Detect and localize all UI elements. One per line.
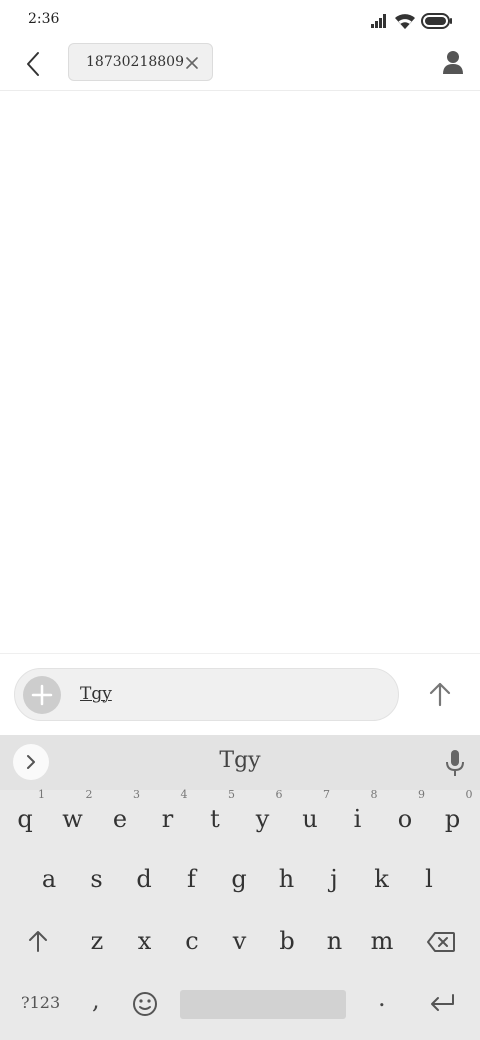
person-icon[interactable] [438,48,468,78]
key-e[interactable]: e3 [96,788,144,844]
key-label: o [397,805,413,833]
message-list[interactable] [0,91,480,653]
key-number-hint: 8 [370,788,378,801]
key-g[interactable]: g [215,854,263,904]
key-r[interactable]: r4 [144,788,192,844]
backspace-icon[interactable] [426,931,456,953]
key-label: h [278,865,295,893]
recipient-number: 18730218809 [86,54,184,70]
key-u[interactable]: u7 [286,788,334,844]
key-number-hint: 6 [275,788,283,801]
key-number-hint: 5 [228,788,235,801]
spacebar[interactable] [180,990,346,1019]
key-f[interactable]: f [168,854,216,904]
key-p[interactable]: p0 [429,788,477,844]
key-c[interactable]: c [168,916,216,966]
key-a[interactable]: a [25,854,73,904]
keyboard: Tgy q1w2e3r4t5y6u7i8o9p0 asdfghjkl zxcvb… [0,735,480,1040]
key-v[interactable]: v [216,916,264,966]
suggestion-bar: Tgy [0,735,480,790]
key-number-hint: 0 [465,788,473,801]
key-k[interactable]: k [358,854,406,904]
key-label: e [112,805,128,833]
key-label: r [161,805,174,833]
plus-icon [31,684,53,706]
key-h[interactable]: h [263,854,311,904]
key-m[interactable]: m [358,916,406,966]
key-number-hint: 1 [38,788,45,801]
wifi-icon [395,14,415,29]
status-bar: 2:36 [0,0,480,40]
key-label: l [425,865,433,893]
key-label: y [255,805,270,833]
key-label: b [279,927,295,955]
key-label: c [185,927,199,955]
key-row-3: z x c v b nm [0,916,480,966]
key-j[interactable]: j [310,854,358,904]
key-z[interactable]: z [73,916,121,966]
key-l[interactable]: l [405,854,453,904]
key-label: s [90,865,103,893]
conversation-header: 18730218809 [0,40,480,91]
key-label: m [370,927,394,955]
key-label: q [17,805,33,833]
key-number-hint: 2 [85,788,93,801]
key-number-hint: 3 [133,788,140,801]
key-label: v [232,927,247,955]
key-row-1: q1w2e3r4t5y6u7i8o9p0 [0,788,480,844]
add-attachment-button[interactable] [23,676,61,714]
emoji-icon[interactable] [131,990,159,1018]
key-label: f [187,865,196,893]
message-input-text: Tgy [80,684,112,704]
key-label: d [136,865,152,893]
key-label: p [444,805,461,833]
key-q[interactable]: q1 [1,788,49,844]
key-label: n [326,927,343,955]
word-suggestion[interactable]: Tgy [0,748,480,773]
key-n[interactable]: n [311,916,359,966]
key-d[interactable]: d [120,854,168,904]
recipient-chip[interactable]: 18730218809 [68,43,213,81]
back-arrow-icon[interactable] [20,50,48,78]
key-x[interactable]: x [121,916,169,966]
status-time: 2:36 [28,11,60,27]
key-label: i [353,805,362,833]
key-label: x [137,927,152,955]
key-label: u [302,805,318,833]
key-y[interactable]: y6 [239,788,287,844]
key-label: g [231,865,247,893]
key-i[interactable]: i8 [334,788,382,844]
microphone-icon[interactable] [442,748,468,778]
key-number-hint: 7 [323,788,330,801]
key-o[interactable]: o9 [381,788,429,844]
signal-icon [371,14,389,28]
key-b[interactable]: b [263,916,311,966]
key-label: w [62,805,83,833]
key-t[interactable]: t5 [191,788,239,844]
key-number-hint: 4 [180,788,188,801]
enter-icon[interactable] [428,990,456,1016]
key-s[interactable]: s [73,854,121,904]
send-arrow-icon[interactable] [424,678,456,710]
key-label: j [330,865,338,893]
key-label: t [210,805,220,833]
key-label: z [90,927,104,955]
close-icon[interactable] [182,53,202,73]
key-w[interactable]: w2 [49,788,97,844]
key-number-hint: 9 [418,788,425,801]
battery-icon [421,13,452,29]
period-key[interactable]: . [378,984,386,1012]
shift-icon[interactable] [24,927,52,955]
symbols-key[interactable]: ?123 [21,993,60,1012]
key-row-2: asdfghjkl [0,854,480,904]
compose-bar: Tgy [0,653,480,736]
key-label: k [374,865,389,893]
message-input[interactable]: Tgy [14,668,399,721]
comma-key[interactable]: , [92,986,100,1014]
key-label: a [41,865,57,893]
